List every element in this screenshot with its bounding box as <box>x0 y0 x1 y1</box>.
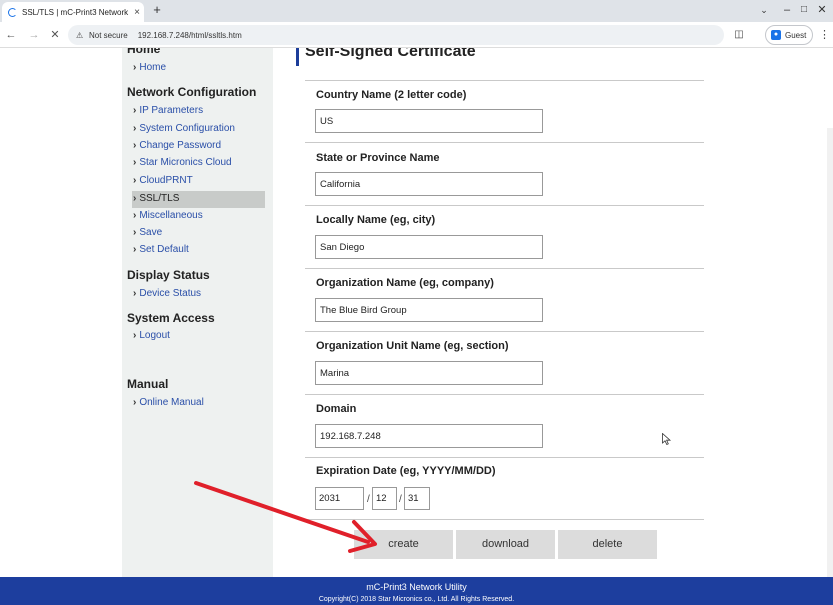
tab-close-icon[interactable]: × <box>130 7 144 18</box>
window-close-icon[interactable]: ✕ <box>814 3 830 17</box>
mouse-cursor-icon <box>662 433 672 445</box>
sidebar-item-system-configuration[interactable]: › System Configuration <box>133 122 235 136</box>
section-accent-bar <box>296 48 299 66</box>
expiration-month-input[interactable] <box>372 487 397 510</box>
new-tab-button[interactable]: + <box>150 3 164 17</box>
forward-arrow-icon[interactable]: → <box>27 28 41 42</box>
locality-name-input[interactable] <box>315 235 543 259</box>
organization-unit-label: Organization Unit Name (eg, section) <box>316 340 509 352</box>
minimize-icon[interactable]: – <box>779 3 795 17</box>
chevron-right-icon: › <box>133 227 137 238</box>
domain-input[interactable] <box>315 424 543 448</box>
sidebar-heading-system-access: System Access <box>127 311 215 325</box>
sidebar-item-cloudprnt[interactable]: › CloudPRNT <box>133 174 193 188</box>
chevron-right-icon: › <box>133 193 137 204</box>
sidebar-item-set-default[interactable]: › Set Default <box>133 243 189 257</box>
chevron-right-icon: › <box>133 62 137 73</box>
divider <box>305 205 704 206</box>
state-province-label: State or Province Name <box>316 152 440 164</box>
profile-button[interactable]: ● Guest <box>765 25 813 45</box>
chevron-right-icon: › <box>133 244 137 255</box>
tab-title: SSL/TLS | mC-Print3 Network Ut <box>22 7 130 17</box>
address-bar[interactable]: ⚠ Not secure 192.168.7.248/html/ssltls.h… <box>68 25 724 45</box>
sidebar-heading-display-status: Display Status <box>127 268 210 282</box>
browser-tab-bar: SSL/TLS | mC-Print3 Network Ut × + ⌄ – □… <box>0 0 833 22</box>
warning-icon: ⚠ <box>76 30 84 40</box>
sidebar-heading-manual: Manual <box>127 377 169 391</box>
divider <box>305 519 704 520</box>
maximize-icon[interactable]: □ <box>796 3 812 17</box>
sidebar-item-ssl-tls[interactable]: › SSL/TLS <box>133 192 179 206</box>
divider <box>305 80 704 81</box>
tab-search-chevron-icon[interactable]: ⌄ <box>756 3 772 17</box>
chevron-right-icon: › <box>133 175 137 186</box>
sidebar-item-online-manual[interactable]: › Online Manual <box>133 396 204 410</box>
sidebar-item-star-micronics-cloud[interactable]: › Star Micronics Cloud <box>133 156 232 170</box>
page-content: Home › Home Network Configuration › IP Par… <box>0 48 833 577</box>
chevron-right-icon: › <box>133 397 137 408</box>
loading-spinner-icon <box>8 7 17 17</box>
sidebar-heading-home: Home <box>127 48 161 56</box>
create-button[interactable]: create <box>354 530 453 559</box>
sidebar-item-ip-parameters[interactable]: › IP Parameters <box>133 104 203 118</box>
sidebar: Home › Home Network Configuration › IP Par… <box>122 48 273 577</box>
profile-label: Guest <box>785 30 807 40</box>
divider <box>305 142 704 143</box>
divider <box>305 394 704 395</box>
divider <box>305 457 704 458</box>
chevron-right-icon: › <box>133 330 137 341</box>
domain-label: Domain <box>316 403 357 415</box>
date-separator: / <box>399 494 402 505</box>
organization-name-input[interactable] <box>315 298 543 322</box>
chevron-right-icon: › <box>133 157 137 168</box>
url-text[interactable]: 192.168.7.248/html/ssltls.htm <box>138 31 242 40</box>
expiration-day-input[interactable] <box>404 487 430 510</box>
footer: mC-Print3 Network Utility Copyright(C) 2… <box>0 577 833 605</box>
country-name-input[interactable] <box>315 109 543 133</box>
not-secure-label[interactable]: Not secure <box>89 31 128 40</box>
scrollbar[interactable] <box>827 128 833 577</box>
organization-unit-input[interactable] <box>315 361 543 385</box>
sidebar-item-device-status[interactable]: › Device Status <box>133 287 201 301</box>
chevron-right-icon: › <box>133 105 137 116</box>
sidebar-item-home[interactable]: › Home <box>133 61 166 75</box>
organization-name-label: Organization Name (eg, company) <box>316 277 494 289</box>
browser-tab[interactable]: SSL/TLS | mC-Print3 Network Ut × <box>2 2 144 22</box>
footer-title: mC-Print3 Network Utility <box>366 582 467 592</box>
locality-name-label: Locally Name (eg, city) <box>316 214 436 226</box>
country-name-label: Country Name (2 letter code) <box>316 89 467 101</box>
sidebar-item-logout[interactable]: › Logout <box>133 329 170 343</box>
profile-icon: ● <box>771 30 781 40</box>
expiration-date-label: Expiration Date (eg, YYYY/MM/DD) <box>316 465 496 477</box>
divider <box>305 331 704 332</box>
browser-toolbar: ← → ✕ ⚠ Not secure 192.168.7.248/html/ss… <box>0 22 833 48</box>
divider <box>305 268 704 269</box>
date-separator: / <box>367 494 370 505</box>
chevron-right-icon: › <box>133 288 137 299</box>
footer-copyright: Copyright(C) 2018 Star Micronics co., Lt… <box>318 596 515 603</box>
menu-icon[interactable]: ⋮ <box>819 28 830 42</box>
back-arrow-icon[interactable]: ← <box>4 28 18 42</box>
chevron-right-icon: › <box>133 123 137 134</box>
chevron-right-icon: › <box>133 140 137 151</box>
sidebar-item-miscellaneous[interactable]: › Miscellaneous <box>133 209 203 223</box>
sidebar-heading-network: Network Configuration <box>127 85 257 99</box>
page-title: Self-Signed Certificate <box>305 48 476 60</box>
chevron-right-icon: › <box>133 210 137 221</box>
stop-loading-icon[interactable]: ✕ <box>48 28 62 42</box>
sidebar-item-change-password[interactable]: › Change Password <box>133 139 221 153</box>
cast-icon[interactable]: ◫ <box>732 28 746 42</box>
delete-button[interactable]: delete <box>558 530 657 559</box>
sidebar-item-save[interactable]: › Save <box>133 226 162 240</box>
download-button[interactable]: download <box>456 530 555 559</box>
state-province-input[interactable] <box>315 172 543 196</box>
expiration-year-input[interactable] <box>315 487 364 510</box>
